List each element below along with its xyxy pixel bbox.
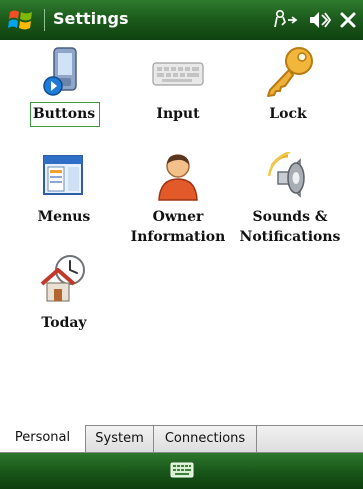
item-label-input: Input	[156, 106, 200, 122]
keyboard-icon	[152, 62, 204, 86]
tab-connections[interactable]: Connections	[154, 426, 257, 452]
settings-item-input[interactable]: Input	[140, 44, 216, 130]
person-icon	[158, 154, 198, 201]
item-label-today: Today	[41, 315, 87, 331]
settings-item-buttons[interactable]: Buttons	[26, 44, 102, 130]
window-title: Settings	[53, 9, 129, 28]
title-separator	[44, 9, 45, 31]
close-icon[interactable]	[338, 9, 358, 31]
item-label-owner-line1: Owner	[152, 209, 204, 225]
tab-personal[interactable]: Personal	[0, 425, 86, 453]
key-icon	[267, 47, 313, 97]
title-bar: Settings	[0, 0, 363, 40]
settings-item-today[interactable]: Today	[26, 254, 102, 336]
keyboard-icon[interactable]	[170, 461, 194, 479]
settings-item-lock[interactable]: Lock	[250, 44, 326, 130]
settings-item-sounds-notifications[interactable]: Sounds & Notifications	[236, 150, 344, 250]
tab-system[interactable]: System	[86, 426, 154, 452]
item-label-lock: Lock	[269, 106, 307, 122]
item-label-sounds-line1: Sounds &	[252, 209, 328, 225]
speaker-icon	[267, 152, 305, 198]
settings-item-menus[interactable]: Menus	[26, 150, 102, 230]
connectivity-icon[interactable]	[274, 9, 298, 31]
item-label-buttons: Buttons	[32, 106, 96, 122]
menus-icon	[43, 155, 83, 195]
home-clock-icon	[40, 255, 85, 302]
volume-icon[interactable]	[308, 9, 332, 31]
buttons-icon	[43, 47, 77, 96]
item-label-menus: Menus	[37, 209, 91, 225]
settings-item-owner-information[interactable]: Owner Information	[124, 150, 232, 250]
item-label-sounds-line2: Notifications	[239, 229, 341, 245]
windows-start-icon[interactable]	[8, 8, 34, 32]
item-label-owner-line2: Information	[130, 229, 226, 245]
